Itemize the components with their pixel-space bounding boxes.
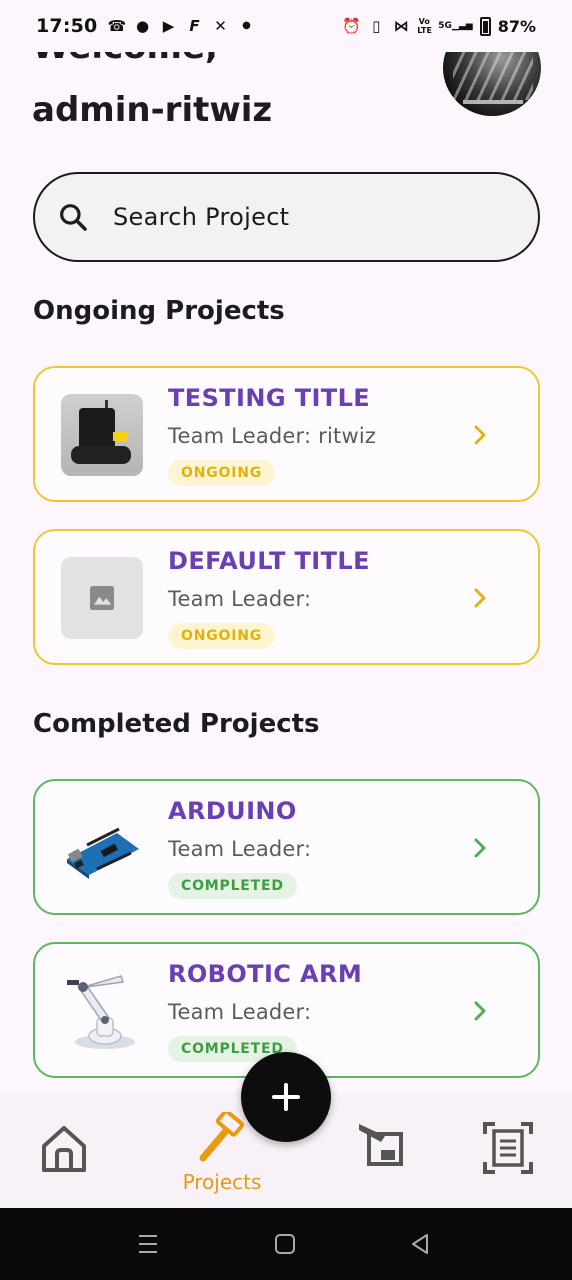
project-title: DEFAULT TITLE bbox=[168, 547, 370, 575]
alarm-icon: ⏰ bbox=[342, 17, 361, 35]
project-card-default-title[interactable]: DEFAULT TITLE Team Leader: ONGOING bbox=[33, 529, 540, 665]
arduino-board-image bbox=[67, 827, 139, 879]
project-title: ROBOTIC ARM bbox=[168, 960, 363, 988]
dot-icon: ● bbox=[242, 20, 251, 31]
nav-scanner[interactable] bbox=[478, 1092, 538, 1208]
network-label: 5G bbox=[438, 21, 452, 31]
document-scan-icon bbox=[483, 1122, 533, 1174]
team-leader: Team Leader: bbox=[168, 837, 312, 861]
chevron-right-icon bbox=[474, 588, 486, 608]
username-text: admin-ritwiz bbox=[32, 90, 273, 130]
project-thumbnail bbox=[61, 394, 143, 476]
team-leader: Team Leader: bbox=[168, 1000, 312, 1024]
team-leader: Team Leader: ritwiz bbox=[168, 424, 377, 448]
chevron-right-icon bbox=[474, 425, 486, 445]
status-time: 17:50 bbox=[36, 15, 98, 37]
project-thumbnail bbox=[61, 970, 143, 1052]
status-badge: COMPLETED bbox=[168, 873, 297, 899]
x-icon: ✕ bbox=[214, 17, 227, 35]
status-bar: 17:50 ☎ ● ▶ F ✕ ● ⏰ ▯ ⋈ Vo LTE 5G▁▃▅ 87% bbox=[0, 0, 572, 52]
status-badge: ONGOING bbox=[168, 623, 276, 649]
volte-icon: Vo LTE bbox=[417, 17, 432, 35]
battery-icon bbox=[479, 16, 491, 36]
image-placeholder-icon bbox=[90, 586, 114, 610]
search-bar[interactable]: Search Project bbox=[33, 172, 540, 262]
nav-projects-label: Projects bbox=[182, 1170, 262, 1194]
5g-signal-icon: 5G▁▃▅ bbox=[438, 21, 473, 31]
bluetooth-icon: ⋈ bbox=[393, 17, 409, 35]
f-icon: F bbox=[189, 17, 200, 35]
vibrate-icon: ▯ bbox=[372, 17, 381, 35]
youtube-icon: ▶ bbox=[162, 17, 175, 35]
nav-assignments[interactable] bbox=[352, 1092, 412, 1208]
robotic-arm-image bbox=[67, 975, 135, 1049]
team-leader: Team Leader: bbox=[168, 587, 312, 611]
recent-apps-icon[interactable] bbox=[136, 1232, 160, 1256]
project-title: ARDUINO bbox=[168, 797, 297, 825]
search-icon bbox=[60, 204, 87, 231]
chevron-right-icon bbox=[474, 1001, 486, 1021]
project-thumbnail bbox=[61, 557, 143, 639]
board-icon bbox=[359, 1124, 403, 1166]
chevron-right-icon bbox=[474, 838, 486, 858]
add-project-button[interactable] bbox=[241, 1052, 331, 1142]
home-icon bbox=[42, 1126, 86, 1172]
battery-percent: 87% bbox=[497, 16, 536, 36]
completed-section-title: Completed Projects bbox=[33, 709, 320, 739]
ongoing-section-title: Ongoing Projects bbox=[33, 296, 285, 326]
project-card-testing-title[interactable]: TESTING TITLE Team Leader: ritwiz ONGOIN… bbox=[33, 366, 540, 502]
nav-home[interactable] bbox=[28, 1092, 100, 1208]
home-button-icon[interactable] bbox=[273, 1232, 297, 1256]
back-icon[interactable] bbox=[408, 1232, 432, 1256]
system-icons: ⏰ ▯ ⋈ Vo LTE 5G▁▃▅ 87% bbox=[342, 16, 536, 36]
project-title: TESTING TITLE bbox=[168, 384, 371, 412]
hammer-icon bbox=[199, 1112, 245, 1162]
chat-icon: ● bbox=[135, 17, 150, 35]
project-thumbnail bbox=[61, 807, 143, 889]
plus-icon bbox=[272, 1083, 300, 1111]
status-badge: ONGOING bbox=[168, 460, 276, 486]
search-placeholder[interactable]: Search Project bbox=[113, 203, 289, 231]
system-navigation-bar bbox=[0, 1208, 572, 1280]
notification-icons: ☎ ● ▶ F ✕ ● bbox=[107, 17, 255, 35]
project-card-arduino[interactable]: ARDUINO Team Leader: COMPLETED bbox=[33, 779, 540, 915]
whatsapp-icon: ☎ bbox=[107, 17, 127, 35]
